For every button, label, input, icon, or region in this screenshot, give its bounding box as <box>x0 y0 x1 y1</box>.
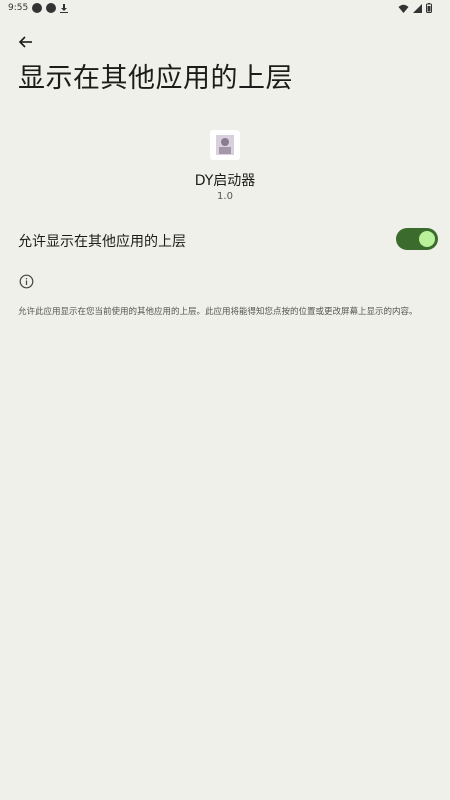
permission-toggle-row[interactable]: 允许显示在其他应用的上层 <box>0 222 450 256</box>
status-time: 9:55 <box>8 3 29 13</box>
status-right-icons <box>398 3 432 13</box>
back-button[interactable] <box>16 33 36 51</box>
app-icon <box>210 130 240 160</box>
arrow-back-icon <box>18 36 32 48</box>
status-bar: 9:55 <box>0 0 450 20</box>
switch-knob <box>419 231 435 247</box>
notification-icon <box>46 3 56 13</box>
page-title: 显示在其他应用的上层 <box>18 63 293 94</box>
download-icon <box>60 3 68 13</box>
battery-icon <box>426 3 432 13</box>
permission-switch[interactable] <box>396 228 438 250</box>
notification-icon <box>32 3 42 13</box>
app-name: DY启动器 <box>194 173 256 189</box>
app-version: 1.0 <box>217 191 233 202</box>
status-left-icons <box>32 3 68 13</box>
app-image-icon <box>216 135 234 155</box>
info-icon <box>19 274 34 289</box>
screen: 9:55 显示在其他应用的上层 DY启动器 1.0 允许显示在其他应用的上层 允… <box>0 0 450 800</box>
permission-toggle-label: 允许显示在其他应用的上层 <box>18 234 186 250</box>
wifi-icon <box>398 4 409 13</box>
permission-description: 允许此应用显示在您当前使用的其他应用的上层。此应用将能得知您点按的位置或更改屏幕… <box>18 307 418 317</box>
signal-icon <box>413 3 422 13</box>
